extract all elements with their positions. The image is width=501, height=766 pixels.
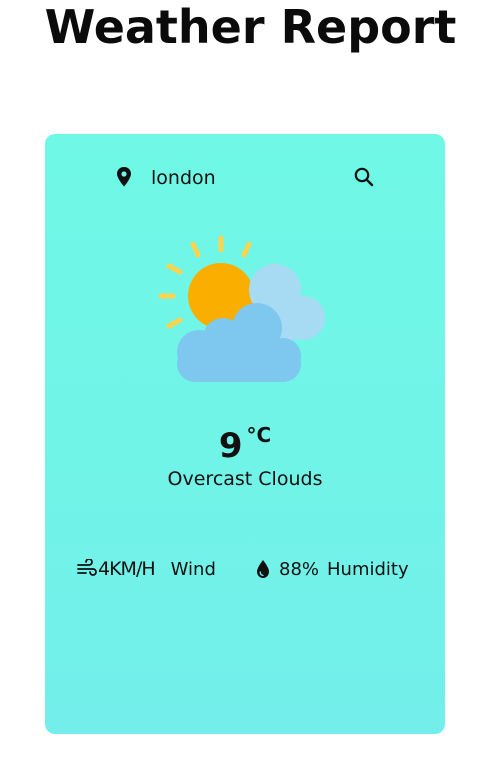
temperature-value: 9	[218, 426, 243, 466]
droplet-icon	[257, 560, 269, 578]
wind-speed-value: 4KM/H	[98, 558, 156, 580]
temperature-unit: °C	[246, 423, 272, 447]
weather-details: 4KM/H Wind 88% Humidity	[45, 554, 445, 584]
wind-icon	[77, 559, 97, 576]
partly-cloudy-sun-icon	[158, 235, 325, 382]
weather-page: Weather Report london 9 °C Overcast Clou…	[0, 0, 501, 766]
humidity-info: 88% Humidity	[255, 554, 409, 584]
weather-description: Overcast Clouds	[167, 468, 323, 490]
weather-card: 9°C Overcast Clouds 4KM/H Wind	[45, 134, 445, 734]
search-button[interactable]	[347, 162, 381, 194]
wind-label: Wind	[170, 558, 216, 580]
page-title: Weather Report	[44, 0, 457, 54]
humidity-label: Humidity	[327, 558, 409, 580]
search-icon	[354, 167, 374, 186]
location-pin-icon	[117, 167, 131, 187]
humidity-value: 88%	[279, 558, 320, 580]
temperature-display: 9 °C	[45, 424, 445, 468]
search-row	[45, 162, 445, 194]
wind-info: 4KM/H Wind	[77, 554, 216, 584]
city-search-input[interactable]	[145, 162, 347, 194]
